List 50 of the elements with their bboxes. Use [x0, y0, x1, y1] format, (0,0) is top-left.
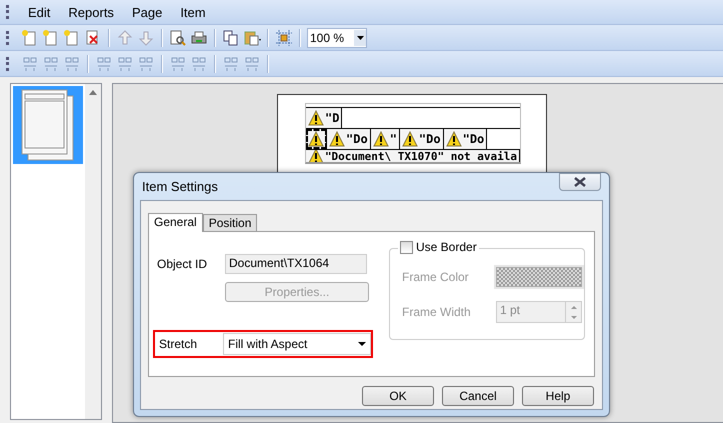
fit-page-icon[interactable] [275, 28, 293, 46]
object-id-field[interactable]: Document\TX1064 [225, 254, 367, 274]
warning-icon [446, 131, 462, 147]
grip-handle[interactable] [6, 56, 12, 70]
page-thumbnail[interactable] [13, 86, 83, 164]
grip-handle[interactable] [6, 5, 12, 19]
color-swatch[interactable] [496, 267, 582, 287]
dialog-tab[interactable]: Position [202, 214, 258, 231]
stretch-dropdown[interactable]: Fill with Aspect [223, 333, 371, 355]
warning-icon [402, 131, 418, 147]
close-button[interactable] [559, 173, 601, 191]
print-preview-icon[interactable] [169, 28, 187, 46]
field-label: Frame Width [402, 305, 472, 319]
report-field[interactable]: " [370, 129, 400, 149]
move-up-icon[interactable] [116, 28, 134, 46]
dialog-button[interactable]: Cancel [442, 386, 514, 406]
field-label: Stretch [158, 337, 198, 351]
dialog-button[interactable]: OK [362, 386, 434, 406]
warning-icon [329, 131, 345, 147]
copy-icon[interactable] [222, 28, 240, 46]
dialog-tab[interactable]: General [148, 213, 203, 232]
menu-item[interactable]: Page [124, 2, 170, 22]
report-field[interactable]: "D [306, 108, 342, 128]
caret-icon[interactable] [356, 36, 364, 40]
printer-icon[interactable] [190, 28, 208, 46]
paste-icon[interactable] [243, 28, 261, 46]
field-label: Frame Color [402, 270, 470, 284]
down-arrow-icon [570, 316, 576, 318]
report-field[interactable]: "Do [327, 129, 371, 149]
zoom-dropdown[interactable]: 100 % [307, 28, 367, 48]
menu-item[interactable]: Reports [60, 2, 122, 22]
use-border-checkbox[interactable] [400, 240, 413, 254]
report-field[interactable]: "Do [444, 129, 488, 149]
field-label: Object ID [156, 257, 208, 271]
dialog-title: Item Settings [142, 178, 218, 194]
warning-icon [372, 131, 389, 147]
close-icon [574, 177, 586, 187]
dialog-button[interactable]: Help [522, 386, 594, 406]
report-field[interactable]: "Document\ TX1070" not availa [306, 150, 520, 162]
menu-item[interactable]: Item [172, 2, 214, 22]
warning-icon [308, 110, 324, 126]
checkbox-label: Use Border [416, 240, 477, 254]
menu-item[interactable]: Edit [20, 2, 58, 22]
report-field[interactable]: "Do [400, 129, 444, 149]
grip-handle[interactable] [6, 30, 12, 44]
up-arrow-icon [570, 306, 576, 308]
warning-icon [308, 131, 324, 147]
scroll-up-icon[interactable] [89, 90, 97, 95]
caret-icon [358, 342, 366, 346]
move-down-icon[interactable] [137, 28, 155, 46]
